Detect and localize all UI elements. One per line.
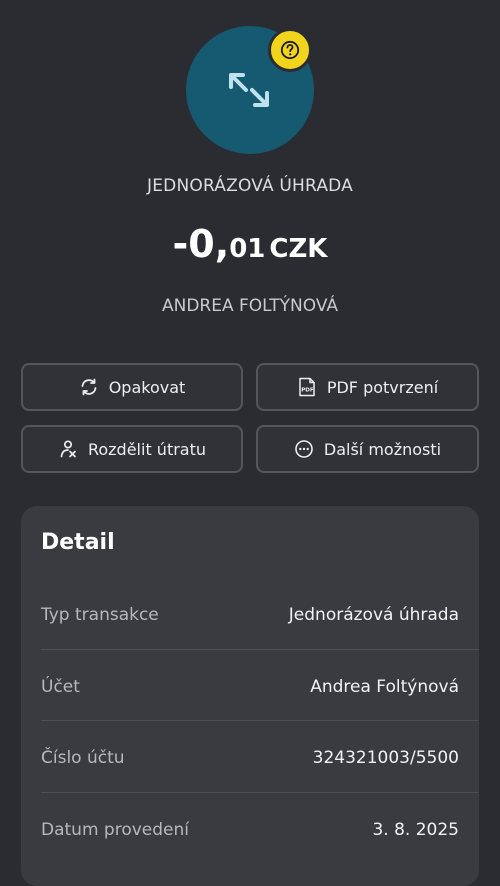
divider (41, 649, 479, 650)
split-button-label: Rozdělit útratu (87, 439, 207, 459)
detail-label: Typ transakce (41, 604, 159, 625)
detail-label: Účet (41, 676, 80, 697)
more-button-label: Další možnosti (323, 439, 442, 459)
detail-label: Datum provedení (41, 819, 189, 840)
detail-value: Jednorázová úhrada (288, 604, 459, 625)
question-icon (280, 40, 300, 60)
amount-whole: -0, (172, 222, 230, 266)
help-badge[interactable] (268, 28, 312, 72)
transaction-amount: -0,01 CZK (0, 222, 500, 266)
amount-decimal: 01 (229, 234, 266, 264)
detail-card: Detail Typ transakce Jednorázová úhrada … (21, 506, 479, 886)
detail-row-account-number: Číslo účtu 324321003/5500 (41, 722, 459, 793)
detail-row-transaction-type: Typ transakce Jednorázová úhrada (41, 579, 459, 650)
transaction-type-label: JEDNORÁZOVÁ ÚHRADA (147, 176, 353, 196)
divider (41, 720, 479, 721)
detail-row-execution-date: Datum provedení 3. 8. 2025 (41, 794, 459, 865)
pdf-confirmation-button[interactable]: PDF PDF potvrzení (256, 363, 479, 411)
split-person-icon (58, 439, 78, 459)
detail-label: Číslo účtu (41, 747, 125, 768)
repeat-button-label: Opakovat (108, 377, 186, 397)
refresh-icon (79, 377, 99, 397)
detail-value: 324321003/5500 (312, 747, 459, 768)
divider (41, 792, 479, 793)
pdf-icon: PDF (297, 377, 317, 397)
repeat-button[interactable]: Opakovat (21, 363, 243, 411)
detail-title: Detail (41, 530, 115, 555)
counterparty-name: ANDREA FOLTÝNOVÁ (161, 296, 339, 316)
transfer-arrows-icon (229, 73, 269, 107)
detail-value: Andrea Foltýnová (310, 676, 459, 697)
amount-currency: CZK (269, 234, 328, 264)
more-options-button[interactable]: Další možnosti (256, 425, 479, 473)
detail-row-account: Účet Andrea Foltýnová (41, 651, 459, 722)
more-icon (294, 439, 314, 459)
split-expense-button[interactable]: Rozdělit útratu (21, 425, 243, 473)
detail-value: 3. 8. 2025 (372, 819, 459, 840)
svg-text:PDF: PDF (301, 388, 314, 394)
pdf-button-label: PDF potvrzení (326, 377, 439, 397)
